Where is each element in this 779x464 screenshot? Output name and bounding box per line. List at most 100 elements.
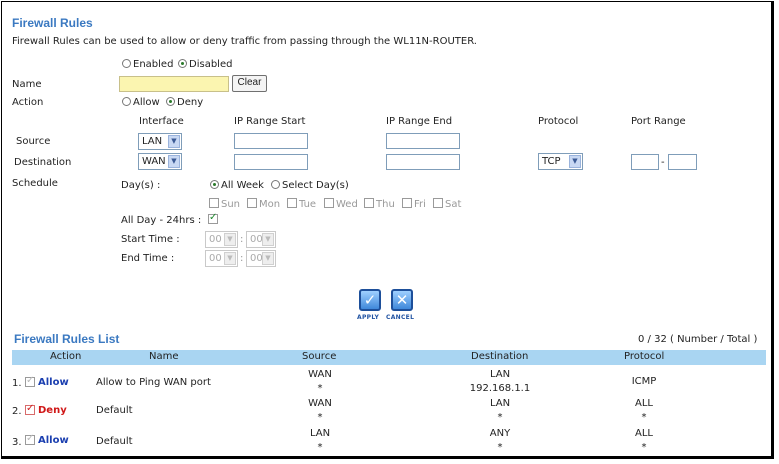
port-separator: - (661, 157, 665, 168)
source-ip-start-input[interactable] (234, 133, 308, 149)
checkbox-icon (324, 198, 334, 208)
row-1-destination: LAN (489, 369, 511, 380)
end-minute-select[interactable]: 00 ▼ (246, 250, 276, 267)
cancel-label: CANCEL (386, 314, 415, 321)
row-2-name: Default (96, 405, 133, 416)
start-minute-value: 00 (250, 234, 263, 245)
time-separator: : (240, 253, 244, 264)
destination-ip-end-input[interactable] (386, 154, 460, 170)
protocol-select[interactable]: TCP ▼ (538, 153, 583, 170)
row-1-source: WAN (308, 369, 332, 380)
radio-selected-icon (178, 59, 187, 68)
disabled-radio[interactable]: Disabled (178, 59, 232, 70)
row-3-protocol: ALL (635, 428, 653, 439)
apply-button[interactable]: ✓ (359, 289, 381, 311)
day-label: Mon (259, 199, 281, 210)
row-2-destination: LAN (489, 398, 511, 409)
day-tue-checkbox[interactable]: Tue (287, 198, 316, 210)
protocol-value: TCP (542, 156, 561, 167)
end-minute-value: 00 (250, 253, 263, 264)
enabled-radio[interactable]: Enabled (122, 59, 173, 70)
page-frame (1, 1, 774, 459)
chevron-down-icon: ▼ (168, 135, 180, 148)
select-days-label: Select Day(s) (282, 180, 349, 191)
row-number: 1. (12, 378, 22, 389)
select-days-radio[interactable]: Select Day(s) (271, 180, 349, 191)
source-interface-value: LAN (142, 136, 163, 147)
row-1-checkbox[interactable] (25, 375, 37, 389)
rules-list-title: Firewall Rules List (14, 332, 120, 346)
page-title: Firewall Rules (12, 16, 93, 30)
checkbox-icon (287, 198, 297, 208)
day-label: Fri (414, 199, 426, 210)
enabled-label: Enabled (133, 59, 174, 70)
clear-button[interactable]: Clear (232, 75, 267, 92)
chevron-down-icon: ▼ (224, 252, 236, 265)
source-interface-select[interactable]: LAN ▼ (138, 133, 182, 150)
day-mon-checkbox[interactable]: Mon (247, 198, 280, 210)
day-fri-checkbox[interactable]: Fri (402, 198, 426, 210)
row-1-destination-ip: 192.168.1.1 (469, 383, 531, 394)
apply-label: APPLY (357, 314, 380, 321)
day-label: Tue (299, 199, 317, 210)
row-3-action: Allow (38, 435, 69, 446)
allow-label: Allow (133, 97, 160, 108)
destination-ip-start-input[interactable] (234, 154, 308, 170)
all-week-radio[interactable]: All Week (210, 180, 264, 191)
port-start-input[interactable] (631, 154, 659, 170)
close-icon: ✕ (395, 291, 409, 309)
day-wed-checkbox[interactable]: Wed (324, 198, 358, 210)
start-hour-select[interactable]: 00 ▼ (205, 231, 238, 248)
start-time-label: Start Time : (121, 234, 180, 245)
start-hour-value: 00 (209, 234, 222, 245)
port-end-input[interactable] (668, 154, 697, 170)
header-destination: Destination (471, 351, 529, 362)
days-label: Day(s) : (121, 180, 161, 191)
allow-radio[interactable]: Allow (122, 97, 160, 108)
name-input[interactable] (119, 76, 229, 92)
header-source: Source (302, 351, 337, 362)
check-icon: ✓ (363, 291, 377, 309)
row-3-destination: ANY (489, 428, 511, 439)
row-3-checkbox[interactable] (25, 433, 37, 447)
row-2-checkbox[interactable] (25, 403, 37, 417)
day-sat-checkbox[interactable]: Sat (433, 198, 461, 210)
deny-label: Deny (177, 97, 204, 108)
row-2-destination-ip: * (497, 412, 503, 423)
check-icon (25, 433, 35, 445)
end-time-label: End Time : (121, 253, 175, 264)
row-3-protocol-sub: * (641, 442, 647, 453)
row-3-destination-ip: * (497, 442, 503, 453)
chevron-down-icon: ▼ (569, 155, 581, 168)
col-ip-start: IP Range Start (234, 116, 306, 127)
deny-radio[interactable]: Deny (166, 97, 203, 108)
check-icon (208, 212, 218, 224)
disabled-label: Disabled (189, 59, 233, 70)
schedule-label: Schedule (12, 178, 58, 189)
row-3-source: LAN (309, 428, 331, 439)
row-number: 2. (12, 406, 22, 417)
end-hour-select[interactable]: 00 ▼ (205, 250, 238, 267)
end-hour-value: 00 (209, 253, 222, 264)
radio-icon (271, 180, 280, 189)
destination-interface-value: WAN (142, 156, 166, 167)
checkbox-icon (209, 198, 219, 208)
row-1-name: Allow to Ping WAN port (96, 377, 211, 388)
checkbox-icon (402, 198, 412, 208)
destination-label: Destination (14, 157, 72, 168)
start-minute-select[interactable]: 00 ▼ (246, 231, 276, 248)
day-thu-checkbox[interactable]: Thu (364, 198, 395, 210)
cancel-button[interactable]: ✕ (391, 289, 413, 311)
destination-interface-select[interactable]: WAN ▼ (138, 153, 182, 170)
header-action: Action (50, 351, 82, 362)
all-day-checkbox[interactable] (208, 212, 220, 226)
day-sun-checkbox[interactable]: Sun (209, 198, 240, 210)
row-3-source-ip: * (317, 442, 323, 453)
row-number: 3. (12, 437, 22, 448)
check-icon (25, 403, 35, 415)
source-label: Source (16, 136, 51, 147)
row-2-protocol: ALL (635, 398, 653, 409)
row-1-action: Allow (38, 377, 69, 388)
source-ip-end-input[interactable] (386, 133, 460, 149)
col-ip-end: IP Range End (386, 116, 453, 127)
